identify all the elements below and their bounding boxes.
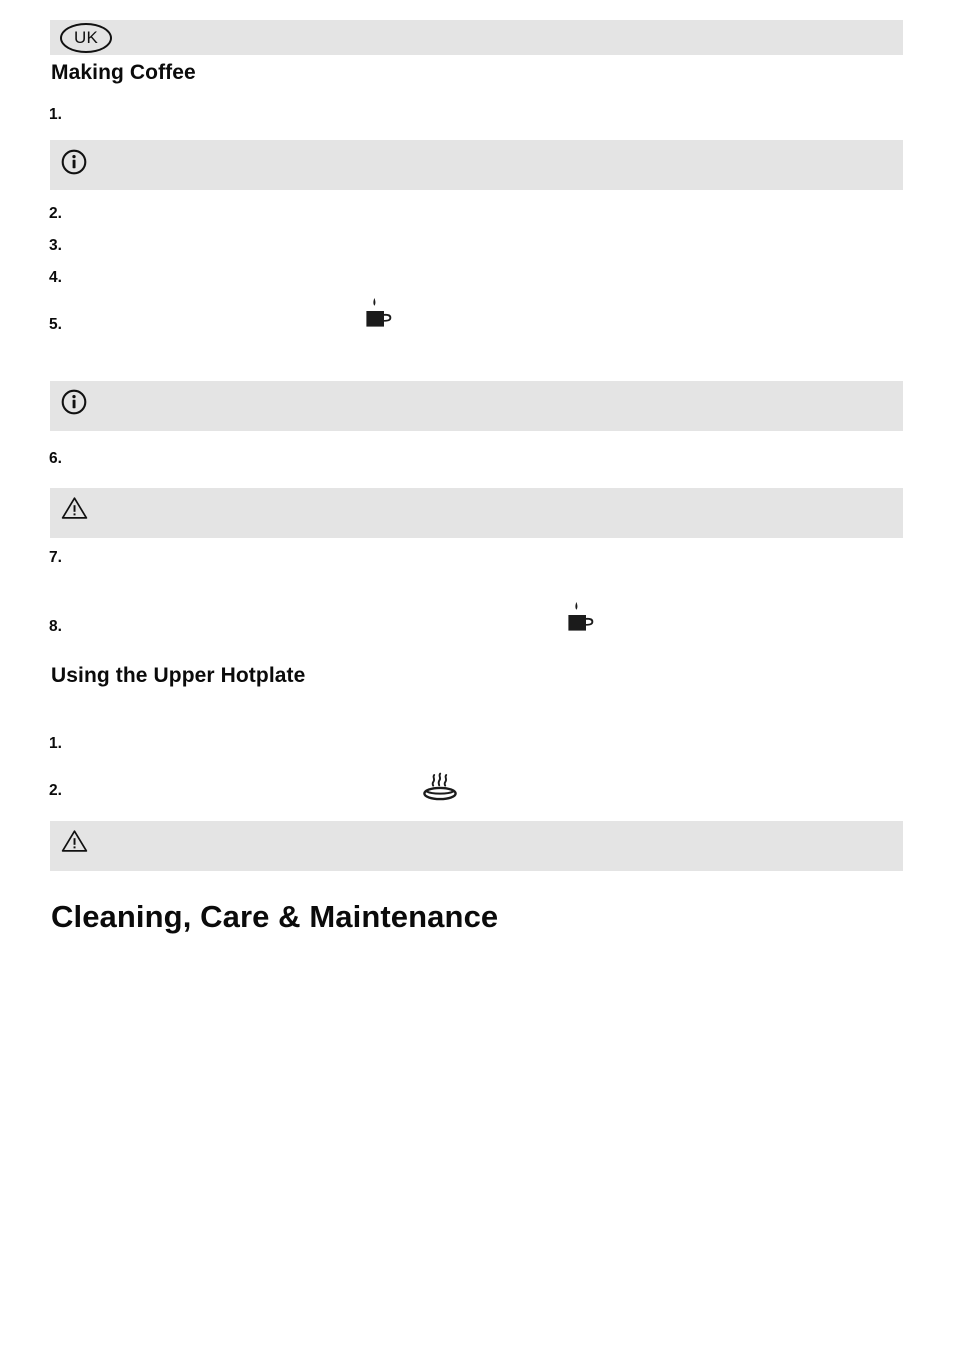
country-header-band: [50, 20, 903, 55]
warning-icon: [61, 829, 88, 853]
step-number-5: 5.: [49, 316, 62, 333]
info-icon: [61, 149, 87, 175]
coffee-cup-icon: [565, 600, 599, 636]
callout-warning-2: [50, 821, 903, 871]
country-badge-label: UK: [73, 28, 99, 47]
country-badge: UK: [60, 23, 112, 53]
step-number-2: 2.: [49, 205, 62, 222]
callout-warning-1: [50, 488, 903, 538]
info-icon: [61, 389, 87, 415]
section-heading-making-coffee: Making Coffee: [51, 61, 196, 84]
step-number-3: 3.: [49, 237, 62, 254]
callout-info-1: [50, 140, 903, 190]
coffee-cup-icon: [363, 296, 397, 332]
warning-icon: [61, 496, 88, 520]
hotplate-step-number-2: 2.: [49, 782, 62, 799]
document-page: UK Making Coffee 1. 2. 3. 4. 5. 6. 7. 8.…: [0, 0, 954, 1352]
step-number-8: 8.: [49, 618, 62, 635]
step-number-4: 4.: [49, 269, 62, 286]
hotplate-icon: [421, 772, 459, 802]
chapter-heading: Cleaning, Care & Maintenance: [51, 899, 499, 934]
step-number-7: 7.: [49, 549, 62, 566]
step-number-6: 6.: [49, 450, 62, 467]
callout-info-2: [50, 381, 903, 431]
hotplate-step-number-1: 1.: [49, 735, 62, 752]
section-heading-using-the-upper-hotplate: Using the Upper Hotplate: [51, 664, 306, 687]
step-number-1: 1.: [49, 106, 62, 123]
